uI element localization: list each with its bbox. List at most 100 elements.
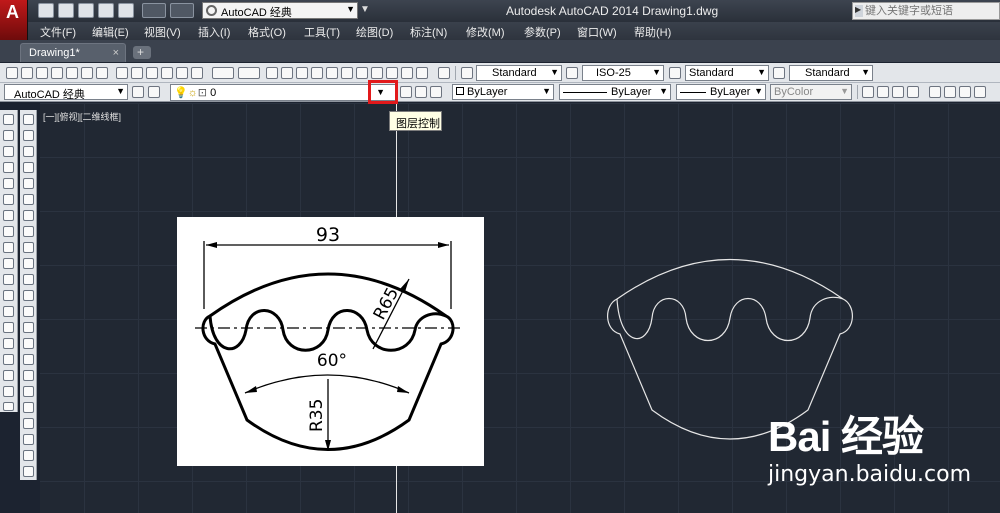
search-input[interactable] <box>865 4 999 18</box>
new-file-icon[interactable] <box>38 3 54 18</box>
fillet-icon[interactable] <box>23 354 34 365</box>
ellipse-arc-icon[interactable] <box>3 274 14 285</box>
paste-icon[interactable] <box>146 67 158 79</box>
arc-icon[interactable] <box>3 194 14 205</box>
stretch-icon[interactable] <box>23 242 34 253</box>
menu-modify[interactable]: 修改(M) <box>466 24 505 40</box>
radius-dimension-icon[interactable] <box>929 86 941 98</box>
open-icon[interactable] <box>21 67 33 79</box>
menu-edit[interactable]: 编辑(E) <box>92 24 129 40</box>
erase-icon[interactable] <box>23 114 34 125</box>
arc-length-icon[interactable] <box>892 86 904 98</box>
mirror-icon[interactable] <box>23 146 34 157</box>
array-icon[interactable] <box>23 178 34 189</box>
menu-dimension[interactable]: 标注(N) <box>410 24 447 40</box>
table-style-select[interactable]: Standard ▼ <box>685 65 769 81</box>
dim-style-select[interactable]: ISO-25 ▼ <box>582 65 664 81</box>
close-icon[interactable]: × <box>113 47 119 59</box>
zoom-window-icon[interactable] <box>296 67 308 79</box>
publish-icon[interactable] <box>81 67 93 79</box>
menu-file[interactable]: 文件(F) <box>40 24 76 40</box>
draw-order-icon[interactable] <box>23 402 34 413</box>
blend-curves-icon[interactable] <box>23 370 34 381</box>
gradient-icon[interactable] <box>3 354 14 365</box>
jogged-dimension-icon[interactable] <box>944 86 956 98</box>
point-icon[interactable] <box>3 322 14 333</box>
send-to-back-icon[interactable] <box>23 434 34 445</box>
aligned-dimension-icon[interactable] <box>877 86 889 98</box>
circle-icon[interactable] <box>3 210 14 221</box>
lineweight-control-select[interactable]: ByLayer ▼ <box>676 84 766 100</box>
ordinate-dimension-icon[interactable] <box>907 86 919 98</box>
linear-dimension-icon[interactable] <box>862 86 874 98</box>
ellipse-icon[interactable] <box>3 258 14 269</box>
save-as-icon[interactable] <box>98 3 114 18</box>
layer-control-select[interactable]: 💡☼⊡ 0 ▼ <box>170 84 396 101</box>
save-icon[interactable] <box>78 3 94 18</box>
linetype-control-select[interactable]: ByLayer ▼ <box>559 84 671 100</box>
line-icon[interactable] <box>3 114 14 125</box>
block-editor-icon[interactable] <box>176 67 188 79</box>
join-icon[interactable] <box>23 322 34 333</box>
markup-icon[interactable] <box>386 67 398 79</box>
menu-view[interactable]: 视图(V) <box>144 24 181 40</box>
application-menu-button[interactable]: A <box>0 0 28 40</box>
table-style-icon[interactable] <box>669 67 681 79</box>
sheet-set-icon[interactable] <box>371 67 383 79</box>
text-style-select[interactable]: Standard ▼ <box>476 65 562 81</box>
copy-icon[interactable] <box>131 67 143 79</box>
workspace-select[interactable]: AutoCAD 经典 ▼ <box>202 2 358 19</box>
multiline-text-icon[interactable] <box>3 402 14 411</box>
calculator-icon[interactable] <box>416 67 428 79</box>
3d-dwf-icon[interactable] <box>96 67 108 79</box>
undo-icon[interactable] <box>142 3 166 18</box>
tab-drawing1[interactable]: Drawing1* × <box>20 43 126 62</box>
multileader-style-select[interactable]: Standard ▼ <box>789 65 873 81</box>
menu-window[interactable]: 窗口(W) <box>577 24 617 40</box>
properties-icon[interactable] <box>326 67 338 79</box>
angular-dimension-icon[interactable] <box>974 86 986 98</box>
design-center-icon[interactable] <box>341 67 353 79</box>
dim-style-icon[interactable] <box>566 67 578 79</box>
multileader-style-icon[interactable] <box>773 67 785 79</box>
spline-icon[interactable] <box>3 242 14 253</box>
rotate-icon[interactable] <box>23 210 34 221</box>
break-icon[interactable] <box>23 306 34 317</box>
gear-icon[interactable] <box>132 86 144 98</box>
hatch-icon[interactable] <box>3 338 14 349</box>
move-icon[interactable] <box>23 194 34 205</box>
offset-icon[interactable] <box>23 162 34 173</box>
redo-icon[interactable] <box>170 3 194 18</box>
reference-drawing-image[interactable]: 93 R65 60° R35 <box>177 217 484 466</box>
rectangle-icon[interactable] <box>3 178 14 189</box>
workspace-toolbar-icon[interactable] <box>148 86 160 98</box>
redo-icon[interactable] <box>238 67 260 79</box>
trim-icon[interactable] <box>23 258 34 269</box>
tool-palettes-icon[interactable] <box>356 67 368 79</box>
open-file-icon[interactable] <box>58 3 74 18</box>
table-icon[interactable] <box>3 386 14 397</box>
zoom-previous-icon[interactable] <box>311 67 323 79</box>
new-icon[interactable] <box>6 67 18 79</box>
menu-insert[interactable]: 插入(I) <box>198 24 230 40</box>
quick-calc-icon[interactable] <box>401 67 413 79</box>
text-to-front-icon[interactable] <box>23 450 34 461</box>
new-tab-button[interactable]: + <box>133 45 151 59</box>
lock-icon[interactable] <box>191 67 203 79</box>
menu-parametric[interactable]: 参数(P) <box>524 24 561 40</box>
cut-icon[interactable] <box>116 67 128 79</box>
layer-dropdown-highlight[interactable] <box>368 80 398 104</box>
save-icon[interactable] <box>36 67 48 79</box>
color-control-select[interactable]: ByLayer ▼ <box>452 84 554 100</box>
undo-icon[interactable] <box>212 67 234 79</box>
revision-cloud-icon[interactable] <box>3 226 14 237</box>
customize-quick-access-icon[interactable]: ▼ <box>360 4 370 15</box>
plot-preview-icon[interactable] <box>66 67 78 79</box>
match-properties-icon[interactable] <box>161 67 173 79</box>
region-icon[interactable] <box>3 370 14 381</box>
extend-icon[interactable] <box>23 274 34 285</box>
hatch-to-back-icon[interactable] <box>23 466 34 477</box>
make-current-layer-icon[interactable] <box>400 86 412 98</box>
menu-help[interactable]: 帮助(H) <box>634 24 671 40</box>
help-icon[interactable] <box>438 67 450 79</box>
